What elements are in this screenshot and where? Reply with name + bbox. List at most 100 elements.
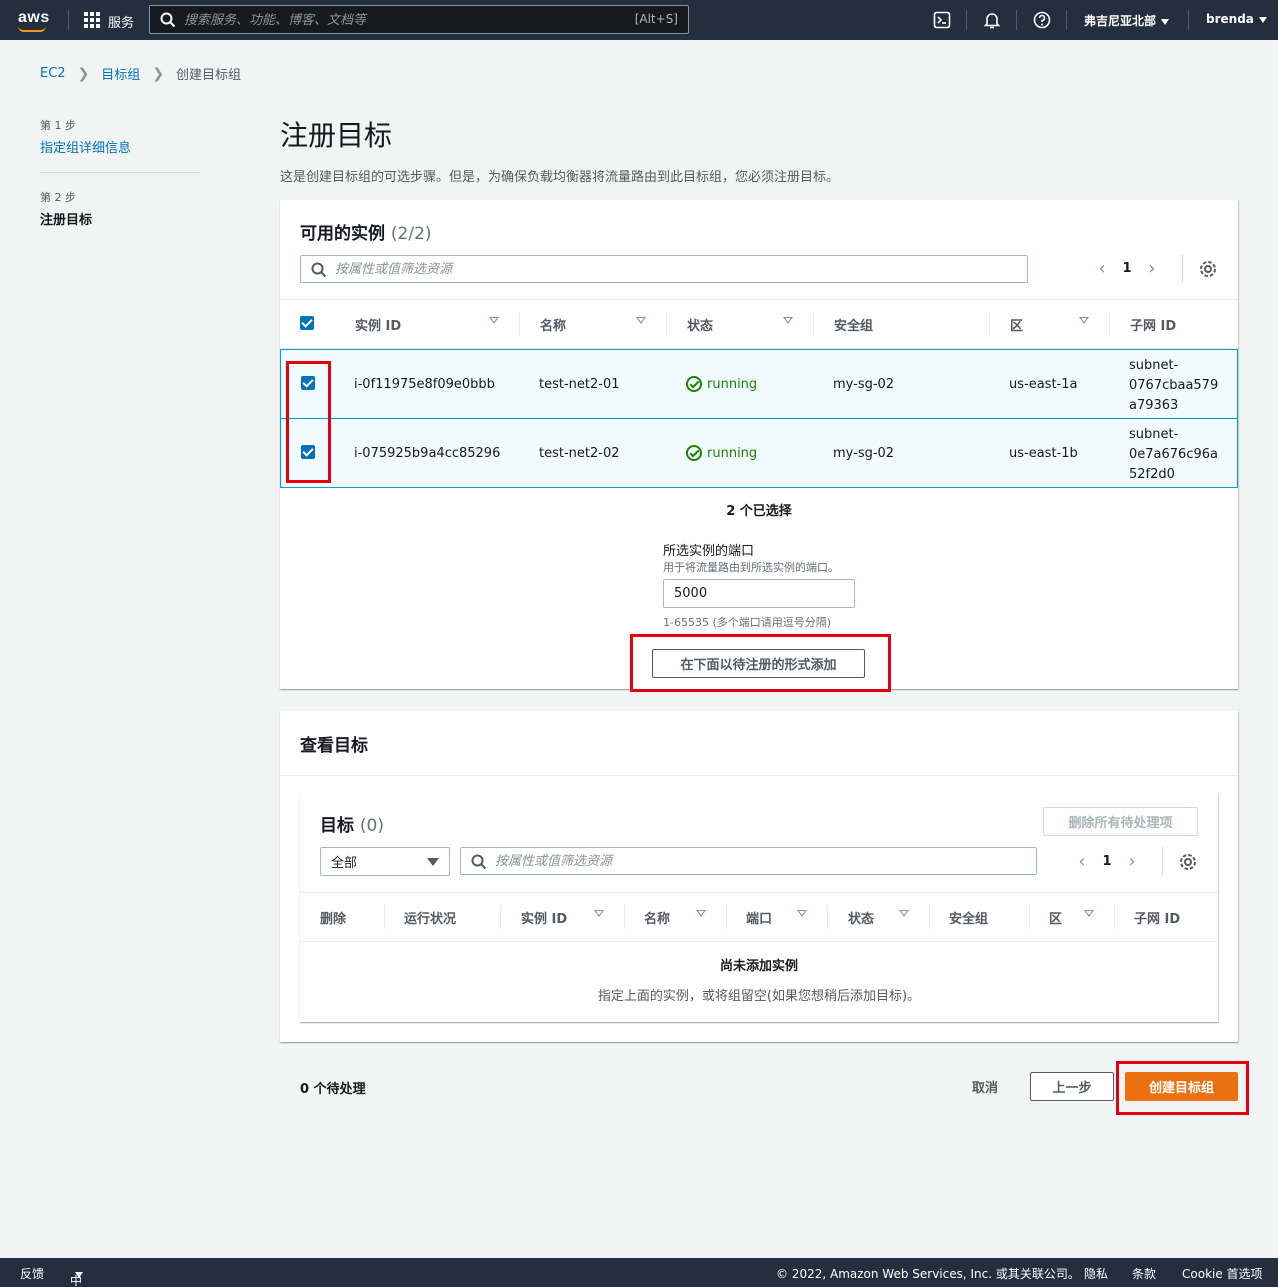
instance-security-group: my-sg-02 bbox=[833, 376, 895, 392]
targets-filter-input[interactable] bbox=[495, 852, 1013, 870]
prev-page-icon[interactable]: ‹ bbox=[1092, 258, 1112, 279]
subnet-part: a79363 bbox=[1129, 398, 1179, 413]
terms-link[interactable]: 条款 bbox=[1132, 1265, 1156, 1282]
highlight-box bbox=[630, 634, 891, 692]
instance-state: running bbox=[686, 419, 757, 487]
targets-filter[interactable] bbox=[460, 847, 1037, 875]
subnet-part: 52f2d0 bbox=[1129, 467, 1175, 482]
sort-icon[interactable] bbox=[636, 317, 646, 324]
check-circle-icon bbox=[686, 445, 702, 461]
available-instances-count: (2/2) bbox=[390, 224, 432, 244]
breadcrumb-target-groups[interactable]: 目标组 bbox=[101, 64, 140, 83]
targets-table-container: 目标 (0) 删除所有待处理项 全部 ‹ 1 › 删除 运行状况 实例 ID 名… bbox=[300, 793, 1218, 1022]
sort-icon[interactable] bbox=[783, 317, 793, 324]
remove-all-pending-button[interactable]: 删除所有待处理项 bbox=[1043, 807, 1198, 836]
instances-table-header: 实例 ID 名称 状态 安全组 区 子网 ID bbox=[280, 299, 1238, 349]
check-circle-icon bbox=[686, 376, 702, 392]
next-page-icon[interactable]: › bbox=[1142, 258, 1162, 279]
sort-icon[interactable] bbox=[1079, 317, 1089, 324]
sort-icon[interactable] bbox=[797, 910, 807, 917]
col-instance-id[interactable]: 实例 ID bbox=[355, 300, 401, 348]
col-subnet-id[interactable]: 子网 ID bbox=[1130, 300, 1176, 348]
instance-state-label: running bbox=[707, 376, 758, 392]
col-zone[interactable]: 区 bbox=[1049, 893, 1062, 941]
targets-scope-select[interactable]: 全部 bbox=[320, 847, 450, 876]
sort-icon[interactable] bbox=[899, 910, 909, 917]
sort-icon[interactable] bbox=[1084, 910, 1094, 917]
region-selector[interactable]: 弗吉尼亚北部 bbox=[1084, 12, 1170, 29]
port-hint: 用于将流量路由到所选实例的端口。 bbox=[663, 561, 839, 574]
port-label: 所选实例的端口 bbox=[663, 544, 755, 559]
col-name[interactable]: 名称 bbox=[644, 893, 670, 941]
cloudshell-icon[interactable] bbox=[932, 10, 952, 30]
aws-logo[interactable]: aws bbox=[18, 9, 50, 27]
global-search[interactable]: [Alt+S] bbox=[149, 5, 689, 34]
instances-filter[interactable] bbox=[300, 255, 1028, 283]
col-state[interactable]: 状态 bbox=[687, 300, 713, 348]
chevron-right-icon: ❯ bbox=[152, 65, 165, 82]
divider bbox=[813, 312, 814, 336]
col-security-group[interactable]: 安全组 bbox=[834, 300, 873, 348]
empty-state-title: 尚未添加实例 bbox=[719, 959, 798, 974]
sort-icon[interactable] bbox=[696, 910, 706, 917]
step-1-number: 第 1 步 bbox=[40, 119, 76, 132]
previous-button[interactable]: 上一步 bbox=[1030, 1072, 1114, 1101]
instance-id: i-075925b9a4cc85296 bbox=[354, 445, 501, 461]
instance-id: i-0f11975e8f09e0bbb bbox=[354, 376, 495, 392]
col-port[interactable]: 端口 bbox=[746, 893, 772, 941]
table-row[interactable]: i-075925b9a4cc85296 test-net2-02 running… bbox=[280, 418, 1238, 488]
available-instances-panel: 可用的实例 (2/2) ‹ 1 › 实例 ID 名称 状态 安全组 区 子网 I… bbox=[280, 200, 1238, 692]
select-all-checkbox[interactable] bbox=[300, 316, 314, 330]
divider bbox=[666, 312, 667, 336]
wizard-steps: 第 1 步 指定组详细信息 第 2 步 注册目标 bbox=[40, 117, 200, 228]
account-menu[interactable]: brenda bbox=[1206, 12, 1267, 26]
gear-icon[interactable] bbox=[1198, 259, 1218, 279]
privacy-link[interactable]: 隐私 bbox=[1084, 1265, 1108, 1282]
divider bbox=[519, 312, 520, 336]
breadcrumb-ec2[interactable]: EC2 bbox=[40, 66, 66, 81]
subnet-part: 0e7a676c96a bbox=[1129, 447, 1218, 462]
col-zone[interactable]: 区 bbox=[1010, 300, 1023, 348]
col-health[interactable]: 运行状况 bbox=[404, 893, 456, 941]
next-page-icon[interactable]: › bbox=[1122, 851, 1142, 872]
grid-icon[interactable] bbox=[84, 12, 100, 28]
caret-down-icon bbox=[1258, 16, 1267, 23]
global-search-input[interactable] bbox=[184, 10, 604, 30]
table-row[interactable]: i-0f11975e8f09e0bbb test-net2-01 running… bbox=[280, 349, 1238, 419]
gear-icon[interactable] bbox=[1178, 852, 1198, 872]
col-instance-id[interactable]: 实例 ID bbox=[521, 893, 567, 941]
user-label: brenda bbox=[1206, 12, 1254, 26]
col-subnet-id[interactable]: 子网 ID bbox=[1134, 893, 1180, 941]
feedback-link[interactable]: 反馈 bbox=[20, 1265, 44, 1282]
col-state[interactable]: 状态 bbox=[848, 893, 874, 941]
step-2-current: 注册目标 bbox=[40, 213, 93, 228]
services-menu[interactable]: 服务 bbox=[108, 12, 134, 31]
divider bbox=[1029, 905, 1030, 929]
divider bbox=[929, 905, 930, 929]
port-input[interactable] bbox=[663, 579, 855, 608]
sort-icon[interactable] bbox=[489, 317, 499, 324]
help-icon[interactable] bbox=[1032, 10, 1052, 30]
instances-filter-input[interactable] bbox=[335, 260, 989, 278]
current-page[interactable]: 1 bbox=[1112, 261, 1142, 276]
page-description: 这是创建目标组的可选步骤。但是，为确保负载均衡器将流量路由到此目标组，您必须注册… bbox=[280, 170, 840, 185]
caret-down-icon bbox=[427, 858, 439, 866]
selected-count: 2 个已选择 bbox=[726, 504, 792, 519]
divider bbox=[1109, 312, 1110, 336]
region-label: 弗吉尼亚北部 bbox=[1084, 14, 1157, 28]
instance-security-group: my-sg-02 bbox=[833, 445, 895, 461]
instance-state: running bbox=[686, 350, 757, 418]
divider bbox=[1066, 10, 1067, 30]
cancel-button[interactable]: 取消 bbox=[960, 1072, 1010, 1101]
col-name[interactable]: 名称 bbox=[540, 300, 566, 348]
cookie-preferences-link[interactable]: Cookie 首选项 bbox=[1182, 1265, 1263, 1282]
prev-page-icon[interactable]: ‹ bbox=[1072, 851, 1092, 872]
instance-subnet: subnet- 0e7a676c96a 52f2d0 bbox=[1129, 419, 1218, 487]
current-page[interactable]: 1 bbox=[1092, 854, 1122, 869]
divider bbox=[1016, 10, 1017, 30]
instance-zone: us-east-1a bbox=[1009, 376, 1078, 392]
sort-icon[interactable] bbox=[594, 910, 604, 917]
bell-icon[interactable] bbox=[982, 10, 1002, 30]
col-security-group[interactable]: 安全组 bbox=[949, 893, 988, 941]
step-1-link[interactable]: 指定组详细信息 bbox=[40, 137, 200, 156]
